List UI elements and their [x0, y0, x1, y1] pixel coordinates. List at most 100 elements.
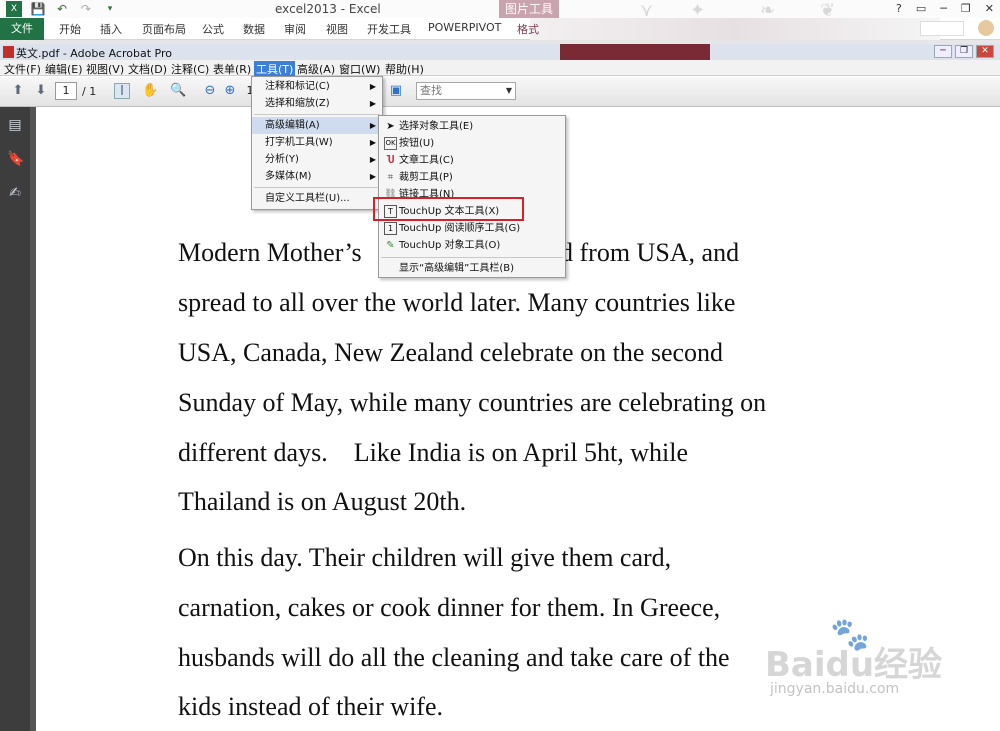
menu-forms[interactable]: 表单(R): [213, 61, 251, 77]
signatures-panel-icon[interactable]: ✍: [7, 185, 23, 203]
prev-page-icon[interactable]: ⬆: [10, 83, 26, 99]
tab-powerpivot[interactable]: POWERPIVOT: [428, 21, 501, 34]
menu-window[interactable]: 窗口(W): [339, 61, 380, 77]
menu-item-customize-toolbars[interactable]: 自定义工具栏(U)...: [252, 190, 382, 207]
menu-item-multimedia[interactable]: 多媒体(M) ▶: [252, 168, 382, 185]
save-icon[interactable]: 💾: [30, 1, 46, 17]
tab-developer[interactable]: 开发工具: [367, 21, 411, 37]
undo-icon[interactable]: ↶: [54, 1, 70, 17]
article-icon: Ⴎ: [386, 155, 395, 166]
tab-format[interactable]: 格式: [517, 21, 539, 37]
doc-line-3: USA, Canada, New Zealand celebrate on th…: [178, 338, 724, 367]
background-picture: [560, 44, 710, 60]
reading-order-icon: 1: [384, 222, 397, 235]
tab-home[interactable]: 开始: [59, 21, 81, 37]
doc-line-4: Sunday of May, while many countries are …: [178, 388, 767, 417]
menu-edit[interactable]: 编辑(E): [45, 61, 83, 77]
arrow-cursor-icon: ➤: [386, 121, 395, 132]
tab-view[interactable]: 视图: [326, 21, 348, 37]
doc-line-10: kids instead of their wife.: [178, 692, 443, 721]
acrobat-window-title: 英文.pdf - Adobe Acrobat Pro: [16, 47, 172, 60]
touchup-object-icon: ✎: [386, 240, 395, 251]
advanced-editing-submenu: ➤ 选择对象工具(E) OK 按钮(U) Ⴎ 文章工具(C) ⌗ 裁剪工具(P) ⛓ 链接…: [378, 115, 566, 278]
ribbon-display-button[interactable]: ▭: [916, 2, 926, 15]
minimize-button[interactable]: ─: [940, 2, 947, 15]
chevron-right-icon: ▶: [369, 172, 376, 181]
menu-item-button[interactable]: OK 按钮(U): [379, 135, 565, 152]
menu-item-link[interactable]: ⛓ 链接工具(N): [379, 186, 565, 203]
menu-item-comment-markup[interactable]: 注释和标记(C) ▶: [252, 78, 382, 95]
menu-help[interactable]: 帮助(H): [385, 61, 424, 77]
menu-item-touchup-reading-order[interactable]: 1 TouchUp 阅读顺序工具(G): [379, 220, 565, 237]
acrobat-window-controls: ─ ❐ ✕: [934, 45, 994, 58]
file-tab[interactable]: 文件: [0, 18, 44, 40]
chevron-down-icon[interactable]: ▼: [506, 83, 512, 99]
chevron-right-icon: ▶: [369, 99, 376, 108]
pages-panel-icon[interactable]: ▤: [7, 117, 23, 135]
bookmarks-panel-icon[interactable]: 🔖: [7, 151, 24, 169]
ok-button-icon: OK: [384, 137, 397, 150]
menu-document[interactable]: 文档(D): [128, 61, 167, 77]
menu-item-analysis[interactable]: 分析(Y) ▶: [252, 151, 382, 168]
menu-item-select-zoom[interactable]: 选择和缩放(Z) ▶: [252, 95, 382, 112]
acrobat-close-button[interactable]: ✕: [976, 45, 994, 58]
restore-button[interactable]: ❐: [961, 2, 971, 15]
help-button[interactable]: ?: [896, 2, 902, 15]
chevron-right-icon: ▶: [369, 138, 376, 147]
page-number-input[interactable]: 1: [55, 82, 77, 100]
customize-qat-icon[interactable]: ▾: [102, 1, 118, 17]
menu-item-touchup-object[interactable]: ✎ TouchUp 对象工具(O): [379, 237, 565, 254]
fit-page-icon[interactable]: ▣: [388, 83, 404, 99]
quick-access-toolbar: X 💾 ↶ ↷ ▾: [6, 1, 118, 17]
chevron-right-icon: ▶: [369, 121, 376, 130]
tools-menu: 注释和标记(C) ▶ 选择和缩放(Z) ▶ 高级编辑(A) ▶ 打字机工具(W) ▶ 分…: [251, 76, 383, 210]
chevron-right-icon: ▶: [369, 82, 376, 91]
menu-item-advanced-editing[interactable]: 高级编辑(A) ▶: [252, 117, 382, 134]
menu-tools[interactable]: 工具(T): [254, 61, 296, 77]
zoom-out-icon[interactable]: ⊖: [202, 83, 218, 99]
zoom-tool-icon[interactable]: 🔍: [170, 83, 186, 99]
doc-line-1a: Modern Mother’s: [178, 238, 362, 267]
link-icon: ⛓: [384, 189, 397, 200]
menu-item-select-object[interactable]: ➤ 选择对象工具(E): [379, 118, 565, 135]
touchup-text-icon: T: [384, 205, 397, 218]
zoom-in-icon[interactable]: ⊕: [222, 83, 238, 99]
find-placeholder: 查找: [420, 84, 442, 97]
avatar[interactable]: [978, 20, 994, 36]
tab-page-layout[interactable]: 页面布局: [142, 21, 186, 37]
close-button[interactable]: ✕: [985, 2, 994, 15]
menu-view[interactable]: 视图(V): [86, 61, 124, 77]
tab-insert[interactable]: 插入: [100, 21, 122, 37]
next-page-icon[interactable]: ⬇: [33, 83, 49, 99]
menu-item-crop[interactable]: ⌗ 裁剪工具(P): [379, 169, 565, 186]
menu-item-article[interactable]: Ⴎ 文章工具(C): [379, 152, 565, 169]
acrobat-minimize-button[interactable]: ─: [934, 45, 952, 58]
tab-formulas[interactable]: 公式: [202, 21, 224, 37]
tab-review[interactable]: 审阅: [284, 21, 306, 37]
acrobat-menubar: 文件(F) 编辑(E) 视图(V) 文档(D) 注释(C) 表单(R) 工具(T…: [0, 60, 1000, 77]
page-total: / 1: [82, 85, 97, 98]
redo-icon[interactable]: ↷: [78, 1, 94, 17]
menu-file[interactable]: 文件(F): [4, 61, 41, 77]
menu-separator: [381, 257, 563, 258]
menu-item-typewriter[interactable]: 打字机工具(W) ▶: [252, 134, 382, 151]
find-input[interactable]: 查找 ▼: [416, 82, 516, 100]
doc-line-5: different days. Like India is on April 5…: [178, 438, 689, 467]
menu-advanced[interactable]: 高级(A): [297, 61, 335, 77]
ribbon-decor-strip: [530, 18, 940, 40]
tab-data[interactable]: 数据: [243, 21, 265, 37]
doc-line-2: spread to all over the world later. Many…: [178, 288, 736, 317]
doc-line-7: On this day. Their children will give th…: [178, 543, 672, 572]
watermark-url: jingyan.baidu.com: [770, 681, 900, 697]
acrobat-pdf-icon: [3, 46, 14, 58]
acrobat-toolbar: ⬆ ⬇ 1 / 1 I ✋ 🔍 ⊖ ⊕ 1 ▣ 查找 ▼: [0, 77, 1000, 107]
excel-window-title: excel2013 - Excel: [275, 2, 381, 16]
menu-item-touchup-text[interactable]: T TouchUp 文本工具(X): [379, 203, 565, 220]
select-text-icon[interactable]: I: [114, 83, 130, 99]
menu-comments[interactable]: 注释(C): [171, 61, 209, 77]
acrobat-restore-button[interactable]: ❐: [955, 45, 973, 58]
account-box[interactable]: [920, 21, 964, 36]
doc-line-1b: d from USA, and: [560, 238, 740, 267]
hand-tool-icon[interactable]: ✋: [142, 83, 158, 99]
menu-item-show-advanced-toolbar[interactable]: 显示“高级编辑”工具栏(B): [379, 260, 565, 277]
